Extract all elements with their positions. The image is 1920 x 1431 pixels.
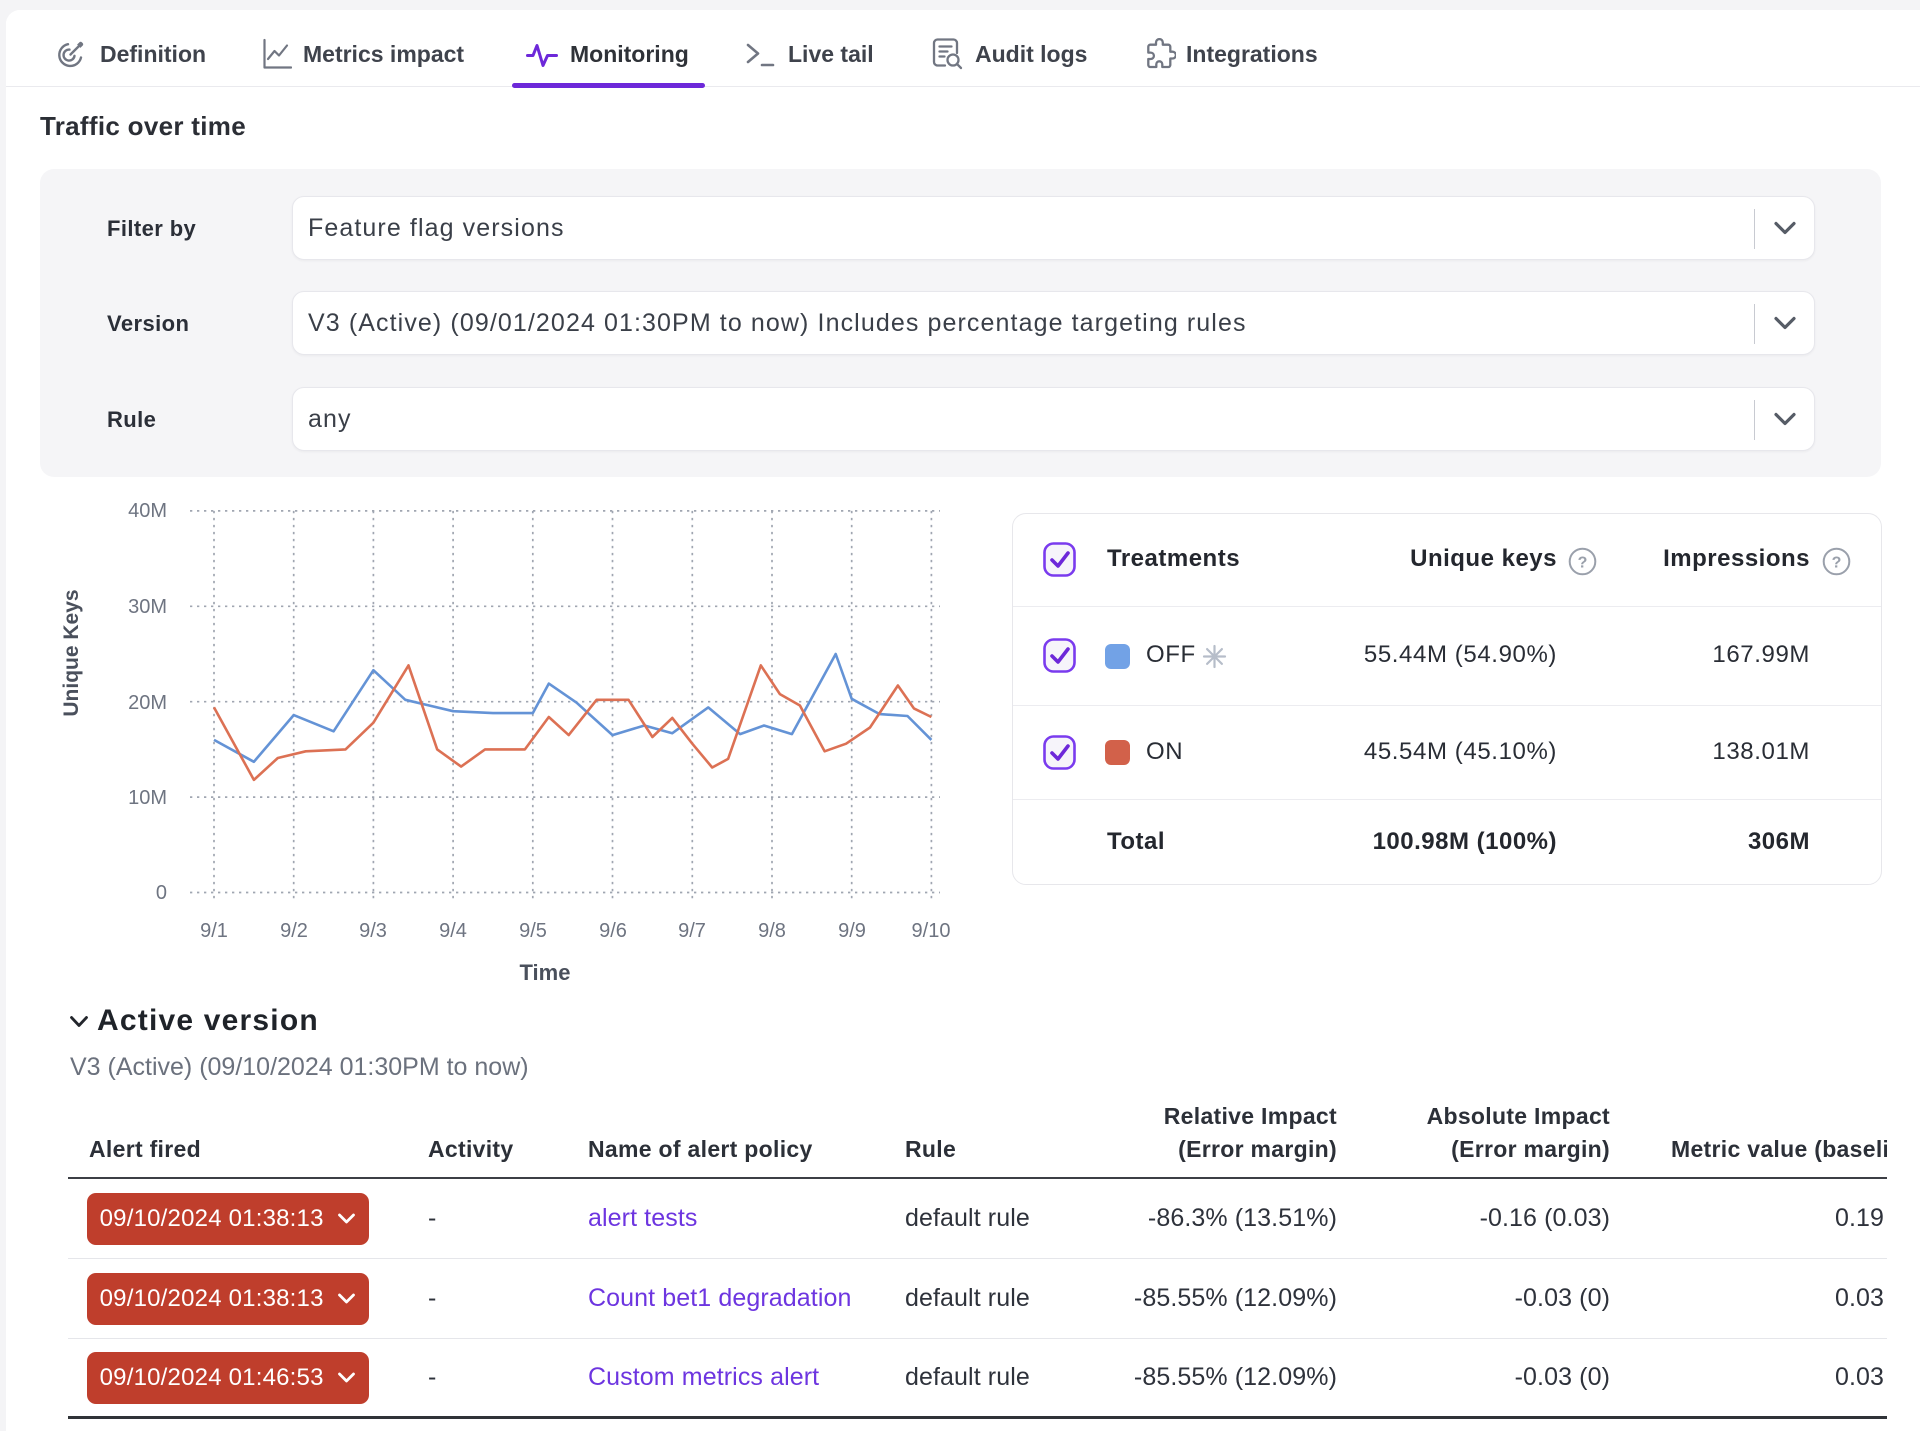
svg-text:?: ? [1832,555,1842,572]
